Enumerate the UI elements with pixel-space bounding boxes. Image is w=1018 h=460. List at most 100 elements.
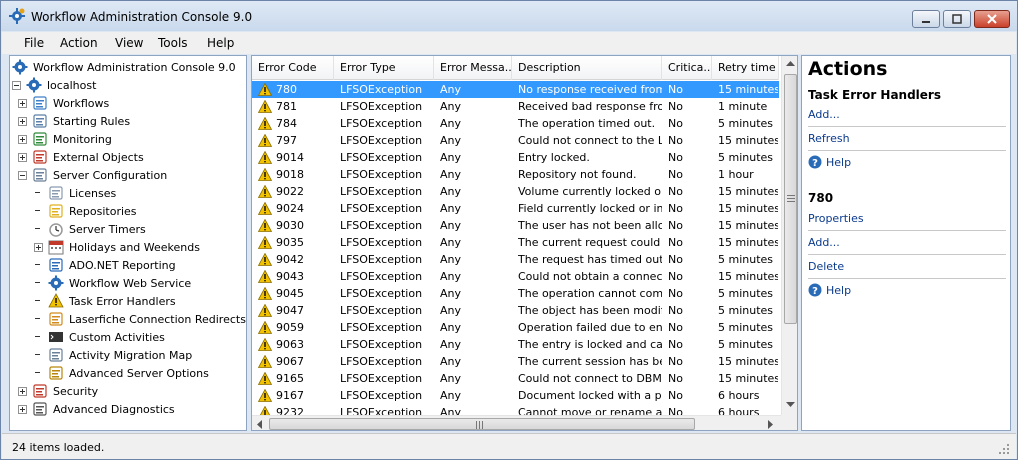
table-row[interactable]: 9063 LFSOException Any The entry is locked … (252, 336, 779, 353)
tree-item[interactable]: Workflow Web Service (34, 274, 191, 292)
action-add[interactable]: Add... (808, 108, 840, 121)
menu-help[interactable]: Help (207, 36, 234, 50)
expand-icon[interactable] (18, 386, 27, 396)
menu-tools[interactable]: Tools (158, 36, 188, 50)
table-row[interactable]: 9043 LFSOException Any Could not obtain a c… (252, 268, 779, 285)
table-row[interactable]: 9022 LFSOException Any Volume currently loc… (252, 183, 779, 200)
expand-icon[interactable] (18, 134, 27, 144)
column-critical[interactable]: Critica... (662, 56, 712, 80)
maximize-button[interactable] (943, 10, 971, 28)
table-row[interactable]: 9035 LFSOException Any The current request … (252, 234, 779, 251)
cell-description: The current session has be... (518, 355, 662, 368)
warning-icon (258, 151, 272, 164)
expand-icon[interactable] (18, 116, 27, 126)
close-button[interactable] (974, 10, 1010, 28)
tree-item[interactable]: Custom Activities (34, 328, 165, 346)
table-row[interactable]: 9018 LFSOException Any Repository not found… (252, 166, 779, 183)
table-row[interactable]: 9232 LFSOException Any Cannot move or renam… (252, 404, 779, 415)
table-row[interactable]: 9047 LFSOException Any The object has been … (252, 302, 779, 319)
column-error-code[interactable]: Error Code (252, 56, 334, 80)
expand-icon[interactable] (18, 98, 27, 108)
cell-description: Could not connect to DBM... (518, 372, 662, 385)
tree-item[interactable]: External Objects (18, 148, 144, 166)
tree-item[interactable]: Advanced Server Options (34, 364, 209, 382)
tree-item[interactable]: Task Error Handlers (34, 292, 176, 310)
column-retry-time[interactable]: Retry time (712, 56, 779, 80)
action-delete[interactable]: Delete (808, 260, 844, 273)
tree-item[interactable]: Starting Rules (18, 112, 130, 130)
table-row[interactable]: 9067 LFSOException Any The current session … (252, 353, 779, 370)
app-gear-icon (9, 8, 25, 24)
tree-item[interactable]: Security (18, 382, 98, 400)
tree-item[interactable]: Repositories (34, 202, 137, 220)
table-row[interactable]: 9042 LFSOException Any The request has time… (252, 251, 779, 268)
tree-item[interactable]: Holidays and Weekends (34, 238, 200, 256)
scroll-down-icon[interactable] (786, 402, 795, 408)
console-icon (49, 332, 63, 342)
scroll-left-icon[interactable] (257, 420, 263, 429)
tree-item[interactable]: ADO.NET Reporting (34, 256, 176, 274)
action-help[interactable]: ? Help (808, 155, 851, 169)
navigation-tree[interactable]: Workflow Administration Console 9.0 local… (9, 55, 247, 431)
cell-description: Repository not found. (518, 168, 637, 181)
menu-action[interactable]: Action (60, 36, 98, 50)
cell-critical: No (668, 406, 683, 415)
action-properties[interactable]: Properties (808, 212, 864, 225)
tree-item[interactable]: Server Configuration (18, 166, 167, 184)
action-refresh[interactable]: Refresh (808, 132, 850, 145)
menu-file[interactable]: File (24, 36, 44, 50)
column-error-type[interactable]: Error Type (334, 56, 434, 80)
tree-item[interactable]: Workflows (18, 94, 109, 112)
cell-description: The entry is locked and ca... (518, 338, 662, 351)
table-row[interactable]: 784 LFSOException Any The operation timed o… (252, 115, 779, 132)
cell-critical: No (668, 185, 683, 198)
action-help-item[interactable]: ? Help (808, 283, 851, 297)
column-error-message[interactable]: Error Messa... (434, 56, 512, 80)
svg-text:?: ? (812, 286, 818, 297)
scroll-up-icon[interactable] (786, 61, 795, 67)
tree-item-label: localhost (47, 78, 97, 92)
action-add-item[interactable]: Add... (808, 236, 840, 249)
server-gear-icon (26, 77, 42, 93)
cell-description: The object has been modifi... (518, 304, 662, 317)
table-row[interactable]: 780 LFSOException Any No response received … (252, 81, 779, 98)
tree-item[interactable]: Laserfiche Connection Redirects (34, 310, 246, 328)
tree-item[interactable]: Workflow Administration Console 9.0 (12, 58, 236, 76)
minimize-button[interactable] (912, 10, 940, 28)
column-description[interactable]: Description (512, 56, 662, 80)
tree-item[interactable]: localhost (12, 76, 96, 94)
scroll-right-icon[interactable] (768, 420, 774, 429)
monitor-icon (33, 132, 47, 146)
title-bar[interactable]: Workflow Administration Console 9.0 (1, 1, 1017, 31)
tree-item-label: Server Configuration (53, 168, 168, 182)
table-row[interactable]: 9165 LFSOException Any Could not connect to… (252, 370, 779, 387)
horizontal-scrollbar[interactable] (252, 415, 781, 430)
action-help-item-label: Help (826, 283, 852, 297)
vertical-scrollbar[interactable] (781, 56, 797, 415)
tree-item[interactable]: Monitoring (18, 130, 112, 148)
collapse-icon[interactable] (12, 80, 21, 90)
collapse-icon[interactable] (18, 170, 27, 180)
table-row[interactable]: 797 LFSOException Any Could not connect to … (252, 132, 779, 149)
tree-item[interactable]: Licenses (34, 184, 116, 202)
table-row[interactable]: 781 LFSOException Any Received bad response… (252, 98, 779, 115)
resize-grip-icon[interactable] (998, 443, 1010, 455)
tree-item[interactable]: Activity Migration Map (34, 346, 192, 364)
table-row[interactable]: 9045 LFSOException Any The operation cannot… (252, 285, 779, 302)
menu-view[interactable]: View (115, 36, 143, 50)
vertical-scroll-thumb[interactable] (784, 74, 797, 324)
cell-retry-time: 15 minutes (718, 219, 778, 232)
table-row[interactable]: 9030 LFSOException Any The user has not bee… (252, 217, 779, 234)
spacer (34, 297, 43, 306)
expand-icon[interactable] (18, 152, 27, 162)
expand-icon[interactable] (18, 404, 27, 414)
tree-item[interactable]: Server Timers (34, 220, 146, 238)
expand-icon[interactable] (34, 242, 43, 252)
table-row[interactable]: 9024 LFSOException Any Field currently lock… (252, 200, 779, 217)
table-row[interactable]: 9167 LFSOException Any Document locked with… (252, 387, 779, 404)
error-code-text: 9035 (276, 236, 304, 249)
table-row[interactable]: 9059 LFSOException Any Operation failed due… (252, 319, 779, 336)
table-row[interactable]: 9014 LFSOException Any Entry locked. No 5 min… (252, 149, 779, 166)
horizontal-scroll-thumb[interactable] (269, 418, 695, 430)
tree-item[interactable]: Advanced Diagnostics (18, 400, 175, 418)
